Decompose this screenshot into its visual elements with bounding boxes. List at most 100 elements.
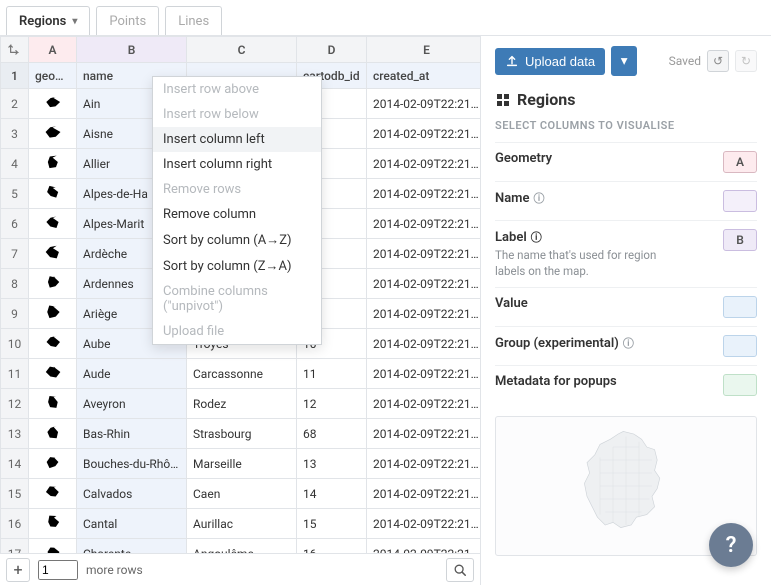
- geometry-cell[interactable]: [29, 89, 77, 119]
- cell[interactable]: Aveyron: [77, 389, 187, 419]
- cell[interactable]: Cantal: [77, 509, 187, 539]
- table-row[interactable]: 11AudeCarcassonne112014-02-09T22:21:5: [1, 359, 481, 389]
- cell[interactable]: 2014-02-09T22:21:5: [367, 299, 481, 329]
- bottom-bar: + more rows: [0, 553, 480, 585]
- transpose-icon[interactable]: [1, 37, 29, 63]
- geometry-cell[interactable]: [29, 419, 77, 449]
- cell[interactable]: 2014-02-09T22:21:5: [367, 149, 481, 179]
- cell[interactable]: 2014-02-09T22:21:5: [367, 389, 481, 419]
- col-header-B[interactable]: B: [77, 37, 187, 63]
- table-row[interactable]: 15 CalvadosCaen142014-02-09T22:21:5: [1, 479, 481, 509]
- geometry-cell[interactable]: [29, 449, 77, 479]
- geometry-cell[interactable]: [29, 539, 77, 554]
- cell[interactable]: 2014-02-09T22:21:5: [367, 89, 481, 119]
- geometry-cell[interactable]: [29, 389, 77, 419]
- cell[interactable]: 14: [297, 479, 367, 509]
- col-header-E[interactable]: E: [367, 37, 481, 63]
- ctx-insert-col-left[interactable]: Insert column left: [153, 127, 321, 152]
- ctx-upload: Upload file: [153, 319, 321, 344]
- row-number: 5: [1, 179, 29, 209]
- cell[interactable]: 15: [297, 509, 367, 539]
- cell[interactable]: 2014-02-09T22:21:5: [367, 539, 481, 554]
- geometry-cell[interactable]: [29, 509, 77, 539]
- geometry-cell[interactable]: [29, 479, 77, 509]
- cell[interactable]: Bouches-du-Rhône: [77, 449, 187, 479]
- geometry-cell[interactable]: [29, 269, 77, 299]
- tab-regions[interactable]: Regions ▾: [6, 6, 90, 35]
- table-row[interactable]: 14Bouches-du-RhôneMarseille132014-02-09T…: [1, 449, 481, 479]
- cell[interactable]: Marseille: [187, 449, 297, 479]
- upload-menu-button[interactable]: ▾: [611, 46, 637, 76]
- cell[interactable]: 2014-02-09T22:21:5: [367, 119, 481, 149]
- cell[interactable]: 2014-02-09T22:21:5: [367, 479, 481, 509]
- cell[interactable]: 2014-02-09T22:21:5: [367, 509, 481, 539]
- ctx-sort-az[interactable]: Sort by column (A→Z): [153, 227, 321, 253]
- geometry-cell[interactable]: [29, 359, 77, 389]
- cell[interactable]: 2014-02-09T22:21:5: [367, 209, 481, 239]
- table-row[interactable]: 13Bas-RhinStrasbourg682014-02-09T22:21:5: [1, 419, 481, 449]
- cell[interactable]: Calvados: [77, 479, 187, 509]
- cell[interactable]: Aurillac: [187, 509, 297, 539]
- region-shape-icon: [44, 303, 62, 321]
- geometry-cell[interactable]: [29, 149, 77, 179]
- assign-group[interactable]: Group (experimental)ⓘ .: [495, 326, 757, 365]
- upload-data-button[interactable]: Upload data: [495, 48, 605, 75]
- cell[interactable]: 16: [297, 539, 367, 554]
- undo-button[interactable]: ↺: [707, 50, 729, 72]
- col-header-A[interactable]: A: [29, 37, 77, 63]
- chip-name[interactable]: .: [723, 190, 757, 212]
- cell[interactable]: 2014-02-09T22:21:5: [367, 179, 481, 209]
- cell[interactable]: 2014-02-09T22:21:5: [367, 329, 481, 359]
- cell[interactable]: 11: [297, 359, 367, 389]
- cell[interactable]: geometry: [29, 63, 77, 89]
- assign-value[interactable]: Value .: [495, 287, 757, 326]
- cell[interactable]: Caen: [187, 479, 297, 509]
- chip-geometry[interactable]: A: [723, 151, 757, 173]
- table-row[interactable]: 12AveyronRodez122014-02-09T22:21:5: [1, 389, 481, 419]
- ctx-remove-column[interactable]: Remove column: [153, 202, 321, 227]
- cell[interactable]: 2014-02-09T22:21:5: [367, 449, 481, 479]
- row-number: 15: [1, 479, 29, 509]
- cell[interactable]: 2014-02-09T22:21:5: [367, 359, 481, 389]
- help-button[interactable]: ?: [709, 523, 753, 567]
- geometry-cell[interactable]: [29, 179, 77, 209]
- cell[interactable]: Rodez: [187, 389, 297, 419]
- cell[interactable]: created_at: [367, 63, 481, 89]
- cell[interactable]: 12: [297, 389, 367, 419]
- assign-metadata[interactable]: Metadata for popups .: [495, 365, 757, 404]
- geometry-cell[interactable]: [29, 329, 77, 359]
- search-button[interactable]: [446, 558, 474, 582]
- geometry-cell[interactable]: [29, 209, 77, 239]
- cell[interactable]: 2014-02-09T22:21:5: [367, 269, 481, 299]
- cell[interactable]: Angoulême: [187, 539, 297, 554]
- add-rows-button[interactable]: +: [6, 558, 30, 582]
- cell[interactable]: 68: [297, 419, 367, 449]
- ctx-insert-col-right[interactable]: Insert column right: [153, 152, 321, 177]
- chip-group[interactable]: .: [723, 335, 757, 357]
- cell[interactable]: Carcassonne: [187, 359, 297, 389]
- chip-metadata[interactable]: .: [723, 374, 757, 396]
- table-row[interactable]: 16CantalAurillac152014-02-09T22:21:5: [1, 509, 481, 539]
- assign-geometry[interactable]: Geometry A: [495, 142, 757, 181]
- col-header-C[interactable]: C: [187, 37, 297, 63]
- tab-points[interactable]: Points: [96, 6, 159, 35]
- cell[interactable]: 13: [297, 449, 367, 479]
- cell[interactable]: Strasbourg: [187, 419, 297, 449]
- cell[interactable]: 2014-02-09T22:21:5: [367, 239, 481, 269]
- cell[interactable]: Aude: [77, 359, 187, 389]
- geometry-cell[interactable]: [29, 299, 77, 329]
- tab-lines[interactable]: Lines: [165, 6, 222, 35]
- cell[interactable]: Bas-Rhin: [77, 419, 187, 449]
- cell[interactable]: 2014-02-09T22:21:5: [367, 419, 481, 449]
- col-header-D[interactable]: D: [297, 37, 367, 63]
- geometry-cell[interactable]: [29, 239, 77, 269]
- assign-name[interactable]: Nameⓘ .: [495, 181, 757, 220]
- chip-value[interactable]: .: [723, 296, 757, 318]
- assign-label[interactable]: Labelⓘ The name that's used for region l…: [495, 220, 757, 287]
- geometry-cell[interactable]: [29, 119, 77, 149]
- table-row[interactable]: 17CharenteAngoulême162014-02-09T22:21:5: [1, 539, 481, 554]
- add-rows-count[interactable]: [38, 560, 78, 580]
- chip-label[interactable]: B: [723, 229, 757, 251]
- cell[interactable]: Charente: [77, 539, 187, 554]
- ctx-sort-za[interactable]: Sort by column (Z→A): [153, 253, 321, 279]
